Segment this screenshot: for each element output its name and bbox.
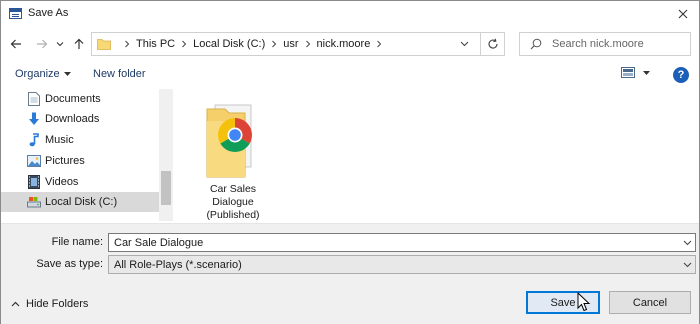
navigation-pane-scrollbar[interactable] [159, 89, 173, 221]
save-as-type-select[interactable]: All Role-Plays (*.scenario) [108, 255, 696, 274]
breadcrumb-item[interactable]: This PC [136, 38, 175, 50]
music-icon [27, 133, 41, 147]
file-name-value: Car Sale Dialogue [114, 237, 204, 249]
arrow-up-icon [74, 38, 84, 49]
chevron-down-icon[interactable] [681, 237, 693, 249]
navigation-bar: This PC Local Disk (C:) usr nick.moore [1, 27, 699, 63]
chrome-folder-icon [205, 101, 261, 182]
arrow-right-icon [37, 39, 48, 49]
arrow-left-icon [10, 39, 21, 49]
breadcrumb: This PC Local Disk (C:) usr nick.moore [118, 33, 388, 55]
search-box[interactable] [519, 32, 691, 56]
address-history-button[interactable] [456, 37, 472, 51]
sidebar-item-label: Music [45, 134, 74, 146]
sidebar-item-label: Local Disk (C:) [45, 196, 118, 208]
chevron-down-icon [56, 42, 64, 47]
help-button[interactable]: ? [673, 67, 689, 83]
dialog-title: Save As [28, 7, 69, 19]
recent-locations-button[interactable] [54, 35, 66, 53]
scrollbar-thumb[interactable] [161, 171, 171, 205]
dialog-app-icon [9, 8, 22, 19]
title-bar: Save As [1, 1, 699, 27]
organize-label: Organize [15, 68, 60, 80]
file-name-field[interactable]: Car Sale Dialogue [108, 233, 696, 252]
new-folder-button[interactable]: New folder [93, 68, 146, 80]
sidebar-item-label: Pictures [45, 155, 85, 167]
file-name-label: Car Sales Dialogue (Published) [206, 183, 260, 221]
mouse-cursor-icon [577, 292, 591, 312]
save-as-dialog: Save As This PC Local Disk (C:) usr nick… [0, 0, 700, 324]
view-options-button[interactable] [621, 67, 650, 78]
back-button[interactable] [7, 35, 25, 53]
help-icon: ? [677, 69, 685, 81]
sidebar-item-documents[interactable]: Documents [1, 89, 159, 109]
videos-icon [27, 175, 41, 189]
chevron-down-icon [460, 41, 468, 47]
sidebar-item-label: Documents [45, 93, 101, 105]
chevron-right-icon [271, 40, 277, 48]
sidebar-item-label: Videos [45, 176, 79, 188]
drive-icon [27, 195, 41, 209]
address-bar[interactable]: This PC Local Disk (C:) usr nick.moore [91, 32, 505, 56]
sidebar-item-pictures[interactable]: Pictures [1, 151, 159, 171]
search-icon [530, 38, 542, 53]
documents-icon [27, 92, 41, 106]
refresh-button[interactable] [480, 33, 504, 55]
downloads-icon [27, 112, 41, 126]
chevron-right-icon [305, 40, 311, 48]
chevron-up-icon [11, 301, 20, 307]
close-button[interactable] [667, 1, 699, 27]
folder-icon [97, 38, 111, 53]
file-list: Car Sales Dialogue (Published) [175, 89, 699, 221]
chevron-down-icon [681, 259, 693, 271]
save-options-panel: File name: Car Sale Dialogue Save as typ… [1, 224, 699, 324]
caret-down-icon [63, 72, 71, 76]
save-as-type-label: Save as type: [36, 258, 103, 270]
search-input[interactable] [552, 36, 684, 52]
chevron-right-icon [376, 40, 382, 48]
navigation-pane: Documents Downloads Music Pictures Video… [1, 89, 173, 221]
file-name-label: File name: [51, 236, 103, 248]
pictures-icon [27, 154, 41, 168]
sidebar-item-local-disk[interactable]: Local Disk (C:) [1, 192, 159, 212]
command-bar: Organize New folder ? [1, 63, 699, 87]
refresh-icon [487, 38, 498, 49]
breadcrumb-item[interactable]: usr [283, 38, 298, 50]
sidebar-item-videos[interactable]: Videos [1, 172, 159, 192]
caret-down-icon [643, 70, 650, 75]
file-item[interactable]: Car Sales Dialogue (Published) [195, 95, 271, 221]
close-icon [678, 9, 688, 19]
up-button[interactable] [70, 35, 88, 53]
save-as-type-value: All Role-Plays (*.scenario) [114, 259, 242, 271]
chevron-right-icon [124, 40, 130, 48]
view-icon [621, 67, 635, 78]
chevron-right-icon [181, 40, 187, 48]
sidebar-item-label: Downloads [45, 113, 100, 125]
hide-folders-label: Hide Folders [26, 298, 89, 310]
breadcrumb-item[interactable]: nick.moore [317, 38, 371, 50]
forward-button[interactable] [33, 35, 51, 53]
organize-button[interactable]: Organize [15, 68, 71, 80]
hide-folders-button[interactable]: Hide Folders [11, 298, 88, 310]
sidebar-item-music[interactable]: Music [1, 130, 159, 150]
sidebar-item-downloads[interactable]: Downloads [1, 109, 159, 129]
breadcrumb-item[interactable]: Local Disk (C:) [193, 38, 265, 50]
cancel-button[interactable]: Cancel [609, 291, 691, 314]
